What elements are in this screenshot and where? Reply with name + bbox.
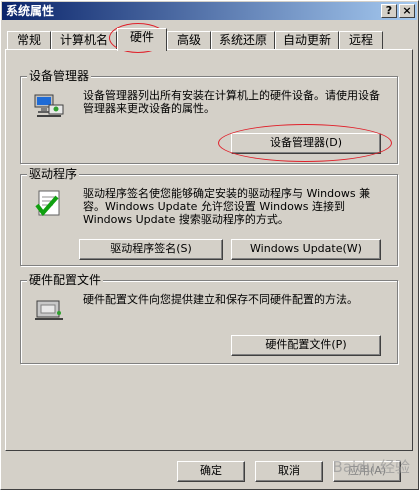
device-manager-button[interactable]: 设备管理器(D) (231, 133, 381, 154)
tab-hardware[interactable]: 硬件 (117, 28, 167, 51)
tab-advanced[interactable]: 高级 (167, 31, 211, 50)
hardware-profiles-button[interactable]: 硬件配置文件(P) (231, 335, 381, 356)
device-manager-description: 设备管理器列出所有安装在计算机上的硬件设备。请使用设备管理器来更改设备的属性。 (83, 89, 380, 115)
device-manager-group-title: 设备管理器 (27, 69, 92, 83)
driver-signing-icon (35, 190, 60, 217)
tab-system-restore[interactable]: 系统还原 (211, 31, 275, 50)
tab-general[interactable]: 常规 (7, 31, 51, 50)
tab-computer-name[interactable]: 计算机名 (51, 31, 117, 50)
device-manager-icon (34, 94, 64, 117)
drivers-group-title: 驱动程序 (27, 167, 80, 181)
close-button[interactable]: × (399, 4, 415, 18)
drivers-group: 驱动程序 驱动程序签名使您能够确定安装的驱动程序与 Windows 兼容。Win… (20, 167, 398, 266)
tab-strip: 常规 计算机名 硬件 高级 系统还原 自动更新 远程 (5, 28, 415, 51)
driver-signing-button[interactable]: 驱动程序签名(S) (79, 239, 223, 260)
tab-automatic-updates[interactable]: 自动更新 (275, 31, 339, 50)
windows-update-button[interactable]: Windows Update(W) (231, 239, 381, 260)
cancel-button[interactable]: 取消 (255, 461, 323, 482)
tab-remote[interactable]: 远程 (339, 31, 383, 50)
hardware-panel: 设备管理器 设备管理器列出所有安装在计算机上的硬件设备。请使用设备管理器来更改设… (5, 49, 413, 451)
hardware-profiles-group: 硬件配置文件 硬件配置文件向您提供建立和保存不同硬件配置的方法。 硬件配置文件(… (20, 273, 398, 364)
drivers-description: 驱动程序签名使您能够确定安装的驱动程序与 Windows 兼容。Windows … (83, 187, 371, 226)
window-title: 系统属性 (6, 4, 55, 18)
hardware-profiles-group-title: 硬件配置文件 (27, 273, 104, 287)
device-manager-group: 设备管理器 设备管理器列出所有安装在计算机上的硬件设备。请使用设备管理器来更改设… (20, 69, 398, 164)
hardware-profiles-icon (35, 300, 63, 320)
hardware-profiles-description: 硬件配置文件向您提供建立和保存不同硬件配置的方法。 (83, 293, 358, 306)
help-button[interactable]: ? (381, 4, 397, 18)
system-properties-window: 系统属性 ? × 常规 计算机名 硬件 高级 系统还原 自动更新 远程 设备管理… (0, 0, 419, 490)
title-bar[interactable]: 系统属性 ? × (2, 2, 417, 20)
watermark: Baidu 经验 (332, 458, 410, 476)
ok-button[interactable]: 确定 (177, 461, 245, 482)
